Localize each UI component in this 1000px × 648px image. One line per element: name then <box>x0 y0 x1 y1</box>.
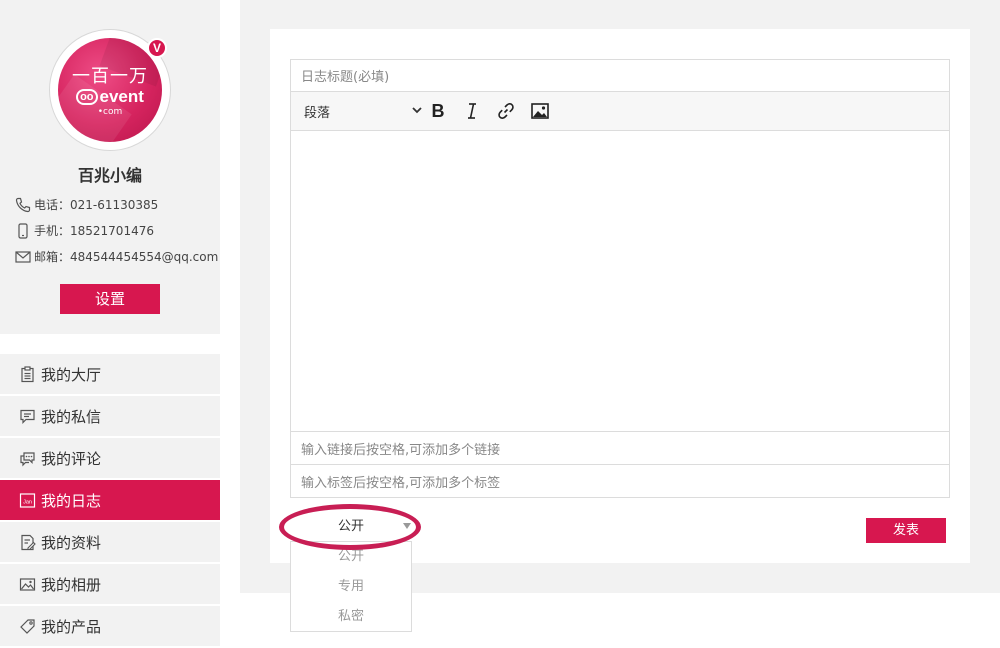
verified-badge: V <box>147 38 167 58</box>
phone-icon <box>15 197 31 212</box>
sidebar-item-label: 我的私信 <box>41 407 102 426</box>
mobile-row: 手机：18521701476 <box>15 222 154 239</box>
sidebar-item-journal[interactable]: Jan 我的日志 <box>0 480 220 520</box>
sidebar-item-profile[interactable]: 我的资料 <box>0 522 220 562</box>
sidebar-item-label: 我的产品 <box>41 617 102 636</box>
profile-doc-icon <box>21 534 36 550</box>
message-icon <box>20 409 35 424</box>
journal-title-placeholder: 日志标题(必填) <box>301 70 390 85</box>
mobile-text: 手机：18521701476 <box>34 224 154 238</box>
bold-icon: B <box>432 101 445 121</box>
tags-placeholder: 输入标签后按空格,可添加多个标签 <box>301 475 501 491</box>
sidebar-item-label: 我的大厅 <box>41 365 102 384</box>
sidebar-item-hall[interactable]: 我的大厅 <box>0 354 220 394</box>
visibility-option-dedicated[interactable]: 专用 <box>291 572 411 602</box>
email-row: 邮箱：484544454554@qq.com <box>15 248 218 265</box>
svg-text:Jan: Jan <box>23 499 32 505</box>
calendar-icon: Jan <box>19 492 36 508</box>
phone-text: 电话：021-61130385 <box>34 198 159 212</box>
envelope-icon <box>15 250 31 263</box>
clipboard-icon <box>21 365 34 382</box>
italic-button[interactable] <box>455 91 489 131</box>
caret-down-icon <box>403 523 411 529</box>
link-button[interactable] <box>489 91 523 131</box>
sidebar-item-products[interactable]: 我的产品 <box>0 606 220 646</box>
mobile-icon <box>18 222 28 239</box>
visibility-option-public[interactable]: 公开 <box>291 542 411 572</box>
sidebar-item-album[interactable]: 我的相册 <box>0 564 220 604</box>
italic-icon <box>468 103 476 119</box>
phone-row: 电话：021-61130385 <box>15 196 158 213</box>
journal-title-input[interactable]: 日志标题(必填) <box>290 59 950 92</box>
sidebar: 一百一万 oo event •com V 百兆小编 电话：021-61130385… <box>0 0 220 648</box>
user-name: 百兆小编 <box>77 166 142 185</box>
link-icon <box>498 103 514 119</box>
avatar-logo-com: •com <box>97 107 123 117</box>
image-icon <box>531 103 549 119</box>
tag-icon <box>20 618 35 634</box>
visibility-selected: 公开 <box>337 519 364 534</box>
paragraph-format-select[interactable]: 段落 <box>291 91 422 131</box>
visibility-select[interactable]: 公开 <box>290 512 412 542</box>
profile-card: 一百一万 oo event •com V 百兆小编 电话：021-61130385… <box>0 0 220 334</box>
settings-button[interactable]: 设置 <box>60 284 160 314</box>
sidebar-item-label: 我的日志 <box>41 491 102 510</box>
avatar[interactable]: 一百一万 oo event •com V <box>49 29 171 151</box>
links-placeholder: 输入链接后按空格,可添加多个链接 <box>301 442 501 458</box>
photo-icon <box>19 577 36 591</box>
email-text: 邮箱：484544454554@qq.com <box>34 250 219 264</box>
paragraph-format-label: 段落 <box>304 105 331 121</box>
sidebar-item-label: 我的相册 <box>41 575 102 594</box>
sidebar-item-label: 我的评论 <box>41 449 102 468</box>
svg-text:B: B <box>432 101 445 121</box>
tags-input[interactable]: 输入标签后按空格,可添加多个标签 <box>290 464 950 498</box>
sidebar-item-messages[interactable]: 我的私信 <box>0 396 220 436</box>
chevron-down-icon <box>412 107 422 114</box>
sidebar-nav: 我的大厅 我的私信 我的评论 Jan 我的日志 我的资料 我的相册 我的产品 <box>0 354 220 648</box>
avatar-logo-cn: 一百一万 <box>72 66 148 87</box>
avatar-logo-en: oo event <box>58 87 162 107</box>
sidebar-item-label: 我的资料 <box>41 533 102 552</box>
avatar-image: 一百一万 oo event •com <box>58 38 162 142</box>
editor-toolbar: 段落 B <box>290 91 950 131</box>
publish-button[interactable]: 发表 <box>866 518 946 543</box>
visibility-option-private[interactable]: 私密 <box>291 602 411 632</box>
links-input[interactable]: 输入链接后按空格,可添加多个链接 <box>290 431 950 465</box>
journal-content-editor[interactable] <box>290 130 950 432</box>
bold-button[interactable]: B <box>421 91 455 131</box>
image-button[interactable] <box>523 91 557 131</box>
sidebar-item-comments[interactable]: 我的评论 <box>0 438 220 478</box>
comments-icon <box>20 451 35 466</box>
visibility-dropdown: 公开 专用 私密 <box>290 541 412 632</box>
